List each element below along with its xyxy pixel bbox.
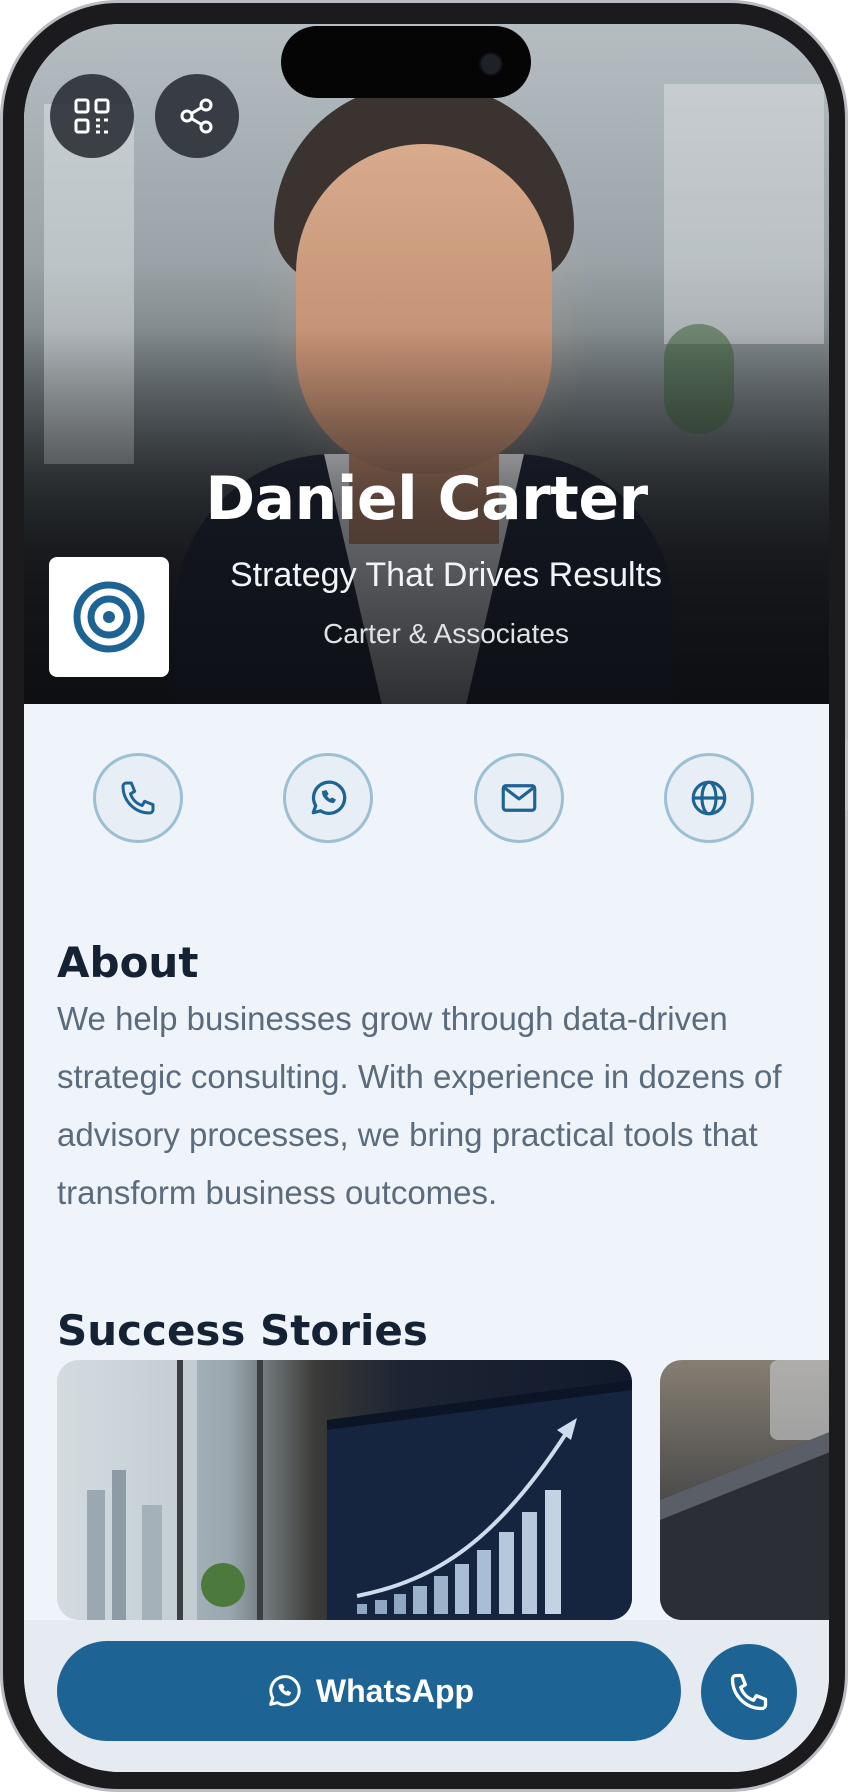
profile-company: Carter & Associates bbox=[323, 618, 569, 649]
qr-code-button[interactable] bbox=[50, 74, 134, 158]
whatsapp-icon bbox=[269, 1675, 301, 1707]
phone-frame: Daniel Carter Strategy That Drives Resul… bbox=[0, 0, 848, 1792]
about-text: We help businesses grow through data-dri… bbox=[57, 1000, 782, 1211]
call-contact-button[interactable] bbox=[93, 753, 183, 843]
share-icon bbox=[180, 98, 213, 134]
about-heading: About bbox=[57, 938, 199, 987]
whatsapp-icon bbox=[311, 780, 347, 815]
whatsapp-contact-button[interactable] bbox=[283, 753, 373, 843]
phone-icon bbox=[730, 1673, 768, 1711]
screen: Daniel Carter Strategy That Drives Resul… bbox=[24, 24, 829, 1772]
growth-chart-illustration bbox=[57, 1360, 632, 1620]
email-contact-button[interactable] bbox=[474, 753, 564, 843]
target-logo-icon bbox=[73, 581, 145, 653]
profile-name: Daniel Carter bbox=[205, 464, 648, 534]
globe-icon bbox=[691, 780, 727, 816]
call-button[interactable] bbox=[701, 1644, 797, 1740]
profile-tagline: Strategy That Drives Results bbox=[229, 556, 663, 594]
hero-photo: Daniel Carter Strategy That Drives Resul… bbox=[24, 24, 829, 704]
success-stories-heading: Success Stories bbox=[57, 1306, 428, 1355]
qr-code-icon bbox=[74, 98, 110, 134]
whatsapp-button-label: WhatsApp bbox=[315, 1672, 475, 1709]
company-logo bbox=[49, 557, 169, 677]
whatsapp-button[interactable]: WhatsApp bbox=[57, 1641, 681, 1741]
desk-illustration bbox=[660, 1360, 829, 1620]
camera-icon bbox=[479, 52, 503, 76]
success-story-card[interactable] bbox=[57, 1360, 632, 1620]
phone-icon bbox=[121, 781, 155, 815]
share-button[interactable] bbox=[155, 74, 239, 158]
website-contact-button[interactable] bbox=[664, 753, 754, 843]
mail-icon bbox=[501, 784, 537, 812]
success-story-card[interactable] bbox=[660, 1360, 829, 1620]
